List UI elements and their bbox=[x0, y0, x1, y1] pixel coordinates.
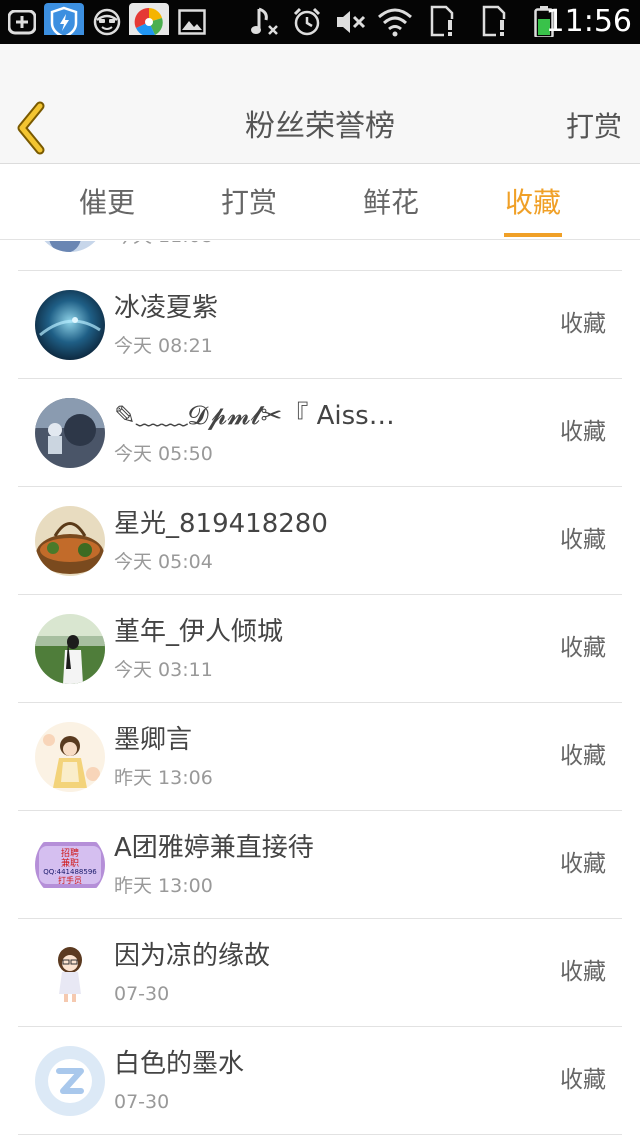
list-item-time: 今天 03:11 bbox=[114, 659, 213, 681]
list-item-time: 今天 05:50 bbox=[114, 443, 213, 465]
tab-label: 催更 bbox=[78, 186, 135, 219]
list-item[interactable]: 今天 11:08 bbox=[18, 241, 622, 271]
tab-favorites[interactable]: 收藏 bbox=[463, 165, 603, 240]
tab-reward[interactable]: 打赏 bbox=[179, 165, 319, 240]
favorite-action[interactable]: 收藏 bbox=[560, 307, 606, 341]
avatar-text: 招聘 bbox=[61, 847, 79, 859]
avatar bbox=[35, 614, 105, 684]
tab-urge[interactable]: 催更 bbox=[37, 165, 177, 240]
list-item-name: 白色的墨水 bbox=[114, 1049, 245, 1079]
fan-list[interactable]: 今天 11:08 冰凌夏紫 今天 08:21 收藏 ✎﹏﹏𝓓𝓹𝓶 bbox=[0, 241, 640, 1138]
face-icon bbox=[93, 8, 121, 36]
list-item-name: 星光_819418280 bbox=[114, 509, 328, 539]
list-item-time: 今天 11:08 bbox=[114, 241, 213, 249]
avatar-text: QQ:441488596 bbox=[43, 868, 97, 876]
reward-button[interactable]: 打赏 bbox=[566, 104, 622, 150]
wifi-icon bbox=[378, 8, 412, 37]
list-item-time: 昨天 13:06 bbox=[114, 767, 213, 789]
sim-card-icon bbox=[482, 5, 508, 37]
favorite-action[interactable]: 收藏 bbox=[560, 523, 606, 557]
favorite-action[interactable]: 收藏 bbox=[560, 1063, 606, 1097]
app-store-icon bbox=[129, 3, 169, 35]
tab-label: 收藏 bbox=[504, 186, 561, 219]
favorite-action[interactable]: 收藏 bbox=[560, 955, 606, 989]
avatar bbox=[35, 722, 105, 792]
navigation-bar: 粉丝荣誉榜 打赏 bbox=[0, 44, 640, 164]
status-clock: 11:56 bbox=[545, 4, 632, 39]
list-item[interactable]: 因为凉的缘故 07-30 收藏 bbox=[18, 919, 622, 1027]
favorite-action[interactable]: 收藏 bbox=[560, 739, 606, 773]
alarm-icon bbox=[293, 7, 321, 36]
list-item-name: A团雅婷兼直接待 bbox=[114, 833, 314, 863]
list-item[interactable]: ✎﹏﹏𝓓𝓹𝓶𝓵✂『 Aiss… 今天 05:50 收藏 bbox=[18, 379, 622, 487]
avatar-text: 打手员 bbox=[58, 875, 82, 885]
list-item-time: 07-30 bbox=[114, 983, 170, 1005]
favorite-action[interactable]: 收藏 bbox=[560, 415, 606, 449]
favorite-action[interactable]: 收藏 bbox=[560, 847, 606, 881]
list-item-time: 今天 05:04 bbox=[114, 551, 213, 573]
avatar bbox=[35, 506, 105, 576]
image-icon bbox=[178, 9, 206, 35]
list-item[interactable]: 墨卿言 昨天 13:06 收藏 bbox=[18, 703, 622, 811]
tab-label: 打赏 bbox=[220, 186, 277, 219]
avatar: 招聘 兼职 QQ:441488596 打手员 bbox=[35, 830, 105, 900]
list-item[interactable]: 白色的墨水 07-30 收藏 bbox=[18, 1027, 622, 1135]
favorite-action[interactable]: 收藏 bbox=[560, 631, 606, 665]
list-item-name: 墨卿言 bbox=[114, 725, 193, 755]
tab-label: 鲜花 bbox=[362, 186, 419, 219]
music-note-icon bbox=[251, 7, 278, 35]
tab-bar: 催更 打赏 鲜花 收藏 bbox=[0, 165, 640, 240]
list-item[interactable]: 堇年_伊人倾城 今天 03:11 收藏 bbox=[18, 595, 622, 703]
tab-flowers[interactable]: 鲜花 bbox=[321, 165, 461, 240]
avatar bbox=[35, 398, 105, 468]
active-tab-indicator bbox=[504, 233, 562, 237]
list-item-name: 因为凉的缘故 bbox=[114, 941, 271, 971]
avatar bbox=[35, 241, 105, 252]
avatar bbox=[35, 938, 105, 1008]
list-item[interactable]: 星光_819418280 今天 05:04 收藏 bbox=[18, 487, 622, 595]
list-item-time: 昨天 13:00 bbox=[114, 875, 213, 897]
avatar bbox=[35, 1046, 105, 1116]
list-item[interactable]: 冰凌夏紫 今天 08:21 收藏 bbox=[18, 271, 622, 379]
mute-icon bbox=[337, 11, 366, 33]
list-item-name: 堇年_伊人倾城 bbox=[114, 617, 284, 647]
notification-add-icon bbox=[8, 10, 36, 35]
shield-icon bbox=[44, 3, 84, 35]
avatar bbox=[35, 290, 105, 360]
list-item-time: 今天 08:21 bbox=[114, 335, 213, 357]
list-item[interactable]: 招聘 兼职 QQ:441488596 打手员 A团雅婷兼直接待 昨天 13:00… bbox=[18, 811, 622, 919]
page-title: 粉丝荣誉榜 bbox=[245, 109, 395, 144]
status-bar: 11:56 bbox=[0, 0, 640, 44]
sim-card-icon bbox=[430, 5, 456, 37]
list-item-name: 冰凌夏紫 bbox=[114, 293, 219, 323]
list-item-time: 07-30 bbox=[114, 1091, 170, 1113]
list-item-name: ✎﹏﹏𝓓𝓹𝓶𝓵✂『 Aiss… bbox=[114, 401, 395, 431]
